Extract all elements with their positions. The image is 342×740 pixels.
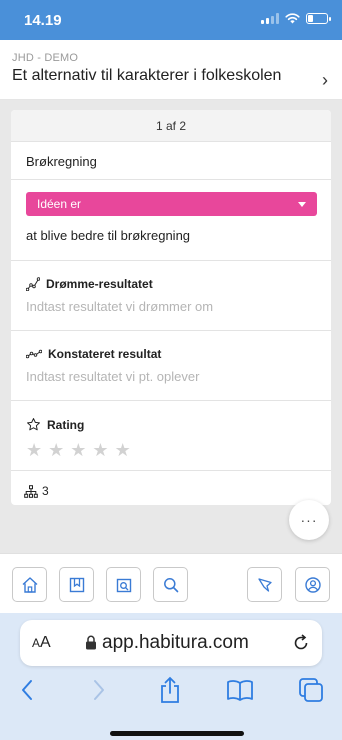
- observed-result-label-text: Konstateret resultat: [48, 347, 162, 361]
- more-options-button[interactable]: ···: [289, 500, 329, 540]
- star-icon[interactable]: ★: [70, 441, 86, 459]
- chevron-right-icon[interactable]: ›: [322, 70, 328, 91]
- tabs-button[interactable]: [296, 675, 326, 705]
- home-button[interactable]: [12, 567, 47, 602]
- address-bar[interactable]: AA app.habitura.com: [20, 620, 322, 666]
- dream-result-input[interactable]: Indtast resultatet vi drømmer om: [26, 299, 316, 314]
- dream-result-label-text: Drømme-resultatet: [46, 277, 153, 291]
- tabs-icon: [299, 678, 323, 702]
- star-outline-icon: [27, 418, 40, 431]
- dream-result-label: Drømme-resultatet: [26, 277, 316, 291]
- book-icon: [227, 680, 253, 701]
- sub-item-count: 3: [42, 484, 49, 498]
- home-icon: [22, 576, 37, 593]
- bookmark-icon: [69, 577, 84, 592]
- rating-stars[interactable]: ★ ★ ★ ★ ★: [26, 441, 316, 459]
- reload-icon[interactable]: [291, 633, 311, 653]
- search-button[interactable]: [153, 567, 188, 602]
- lock-icon: [86, 635, 96, 650]
- observed-result-label: Konstateret resultat: [26, 347, 316, 361]
- photo-search-button[interactable]: [106, 567, 141, 602]
- idea-section: Idéen er at blive bedre til brøkregning: [11, 180, 331, 261]
- dream-result-section[interactable]: Drømme-resultatet Indtast resultatet vi …: [11, 261, 331, 331]
- user-icon: [304, 576, 321, 593]
- profile-button[interactable]: [295, 567, 330, 602]
- url-text[interactable]: app.habitura.com: [102, 632, 249, 654]
- idea-dropdown[interactable]: Idéen er: [26, 192, 317, 216]
- idea-card: 1 af 2 Brøkregning Idéen er at blive bed…: [11, 110, 331, 505]
- trend-line-icon: [26, 277, 40, 291]
- rating-label: Rating: [26, 417, 316, 432]
- caret-down-icon: [298, 202, 306, 207]
- photo-icon: [116, 578, 131, 592]
- card-title: Brøkregning: [11, 142, 331, 180]
- forward-button[interactable]: [84, 675, 114, 705]
- browser-chrome: AA app.habitura.com: [0, 613, 342, 740]
- search-icon: [163, 577, 178, 592]
- home-indicator: [110, 731, 244, 736]
- share-icon: [161, 676, 179, 703]
- hierarchy-icon: [24, 484, 38, 498]
- star-icon[interactable]: ★: [48, 441, 64, 459]
- star-icon[interactable]: ★: [115, 441, 131, 459]
- back-button[interactable]: [12, 675, 42, 705]
- flag-button[interactable]: [247, 567, 282, 602]
- flag-icon: [257, 577, 272, 592]
- card-pager: 1 af 2: [11, 110, 331, 142]
- chevron-right-icon: [94, 680, 104, 700]
- status-icons: [261, 13, 331, 24]
- app-toolbar: [0, 553, 342, 613]
- wifi-icon: [285, 13, 300, 24]
- star-icon[interactable]: ★: [92, 441, 108, 459]
- app-header[interactable]: JHD - DEMO Et alternativ til karakterer …: [0, 40, 342, 100]
- battery-icon: [306, 13, 331, 24]
- status-time: 14.19: [24, 12, 62, 29]
- text-size-button[interactable]: AA: [32, 634, 51, 652]
- flat-line-icon: [26, 349, 42, 359]
- rating-label-text: Rating: [47, 417, 85, 432]
- text-size-large: A: [40, 634, 51, 651]
- observed-result-input[interactable]: Indtast resultatet vi pt. oplever: [26, 369, 316, 384]
- observed-result-section[interactable]: Konstateret resultat Indtast resultatet …: [11, 331, 331, 401]
- star-icon[interactable]: ★: [26, 441, 42, 459]
- card-footer[interactable]: 3: [11, 471, 331, 503]
- page-title: Et alternativ til karakterer i folkeskol…: [12, 67, 282, 84]
- text-size-small: A: [32, 636, 41, 650]
- chevron-left-icon: [22, 680, 32, 700]
- idea-dropdown-label: Idéen er: [37, 197, 82, 211]
- status-bar: 14.19: [0, 0, 342, 40]
- share-button[interactable]: [155, 675, 185, 705]
- bookmarks-button[interactable]: [59, 567, 94, 602]
- bookmarks-book-button[interactable]: [225, 675, 255, 705]
- signal-icon: [261, 13, 279, 24]
- header-subtitle: JHD - DEMO: [12, 52, 79, 64]
- rating-section: Rating ★ ★ ★ ★ ★: [11, 401, 331, 471]
- idea-text[interactable]: at blive bedre til brøkregning: [26, 228, 316, 243]
